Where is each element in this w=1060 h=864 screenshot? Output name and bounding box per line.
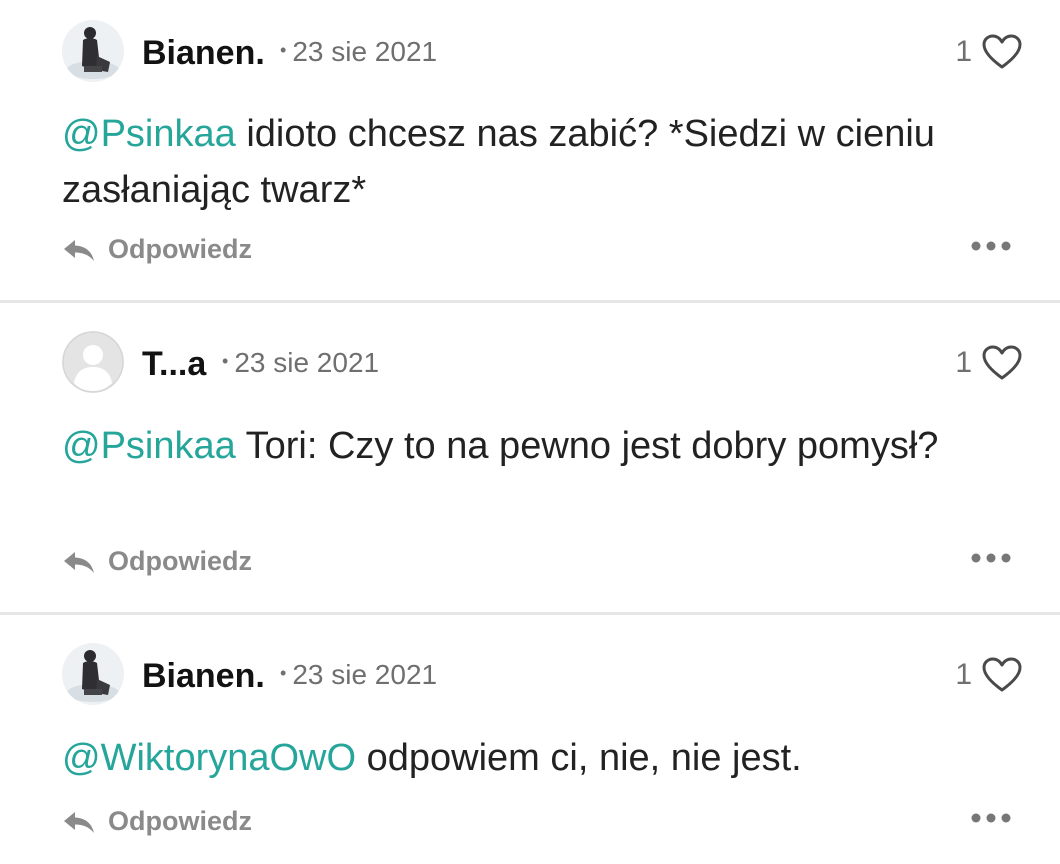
avatar[interactable] [62,20,124,82]
reply-button[interactable]: Odpowiedz [62,546,252,577]
comment-header: Bianen. • 23 sie 2021 1 [62,643,1022,705]
default-avatar-icon [62,331,124,393]
more-options-button[interactable] [970,552,1012,572]
more-dots-icon [971,553,1011,563]
username[interactable]: T...a [142,345,206,384]
reply-label: Odpowiedz [108,546,252,576]
comment-meta: • 23 sie 2021 [222,347,379,379]
reply-button[interactable]: Odpowiedz [62,806,252,837]
comment-footer: Odpowiedz [62,806,1012,846]
meta-separator: • [280,40,287,60]
comment-date: 23 sie 2021 [292,36,438,67]
comment-item: T...a • 23 sie 2021 1 @Psinkaa Tori: Czy … [0,303,1060,612]
comment-body: @Psinkaa Tori: Czy to na pewno jest dobr… [62,418,1002,474]
reply-label: Odpowiedz [108,806,252,836]
heart-icon[interactable] [982,345,1022,381]
reply-arrow-icon [64,239,94,261]
meta-separator: • [280,663,287,683]
like-count: 1 [955,35,972,68]
comment-body: @WiktorynaOwO odpowiem ci, nie, nie jest… [62,730,1002,786]
comment-header: Bianen. • 23 sie 2021 1 [62,20,1022,82]
like-count: 1 [955,346,972,379]
meta-separator: • [222,351,229,371]
user-photo-avatar-icon [62,643,124,705]
more-dots-icon [971,813,1011,823]
comment-footer: Odpowiedz [62,234,1012,274]
comment-body: @Psinkaa idioto chcesz nas zabić? *Siedz… [62,106,1002,218]
like-button[interactable]: 1 [955,32,1022,72]
comment-date: 23 sie 2021 [234,347,380,378]
user-photo-avatar-icon [62,20,124,82]
comment-meta: • 23 sie 2021 [280,659,437,691]
avatar[interactable] [62,331,124,393]
username[interactable]: Bianen. [142,657,265,696]
mention-link[interactable]: @Psinkaa [62,113,236,155]
comment-text: Tori: Czy to na pewno jest dobry pomysł? [235,425,939,467]
more-options-button[interactable] [970,240,1012,260]
avatar[interactable] [62,643,124,705]
like-count: 1 [955,658,972,691]
mention-link[interactable]: @WiktorynaOwO [62,737,356,779]
mention-link[interactable]: @Psinkaa [62,425,236,467]
reply-arrow-icon [64,551,94,573]
reply-label: Odpowiedz [108,234,252,264]
reply-arrow-icon [64,811,94,833]
username[interactable]: Bianen. [142,34,265,73]
like-button[interactable]: 1 [955,655,1022,695]
like-button[interactable]: 1 [955,343,1022,383]
comment-header: T...a • 23 sie 2021 1 [62,331,1022,393]
comment-meta: • 23 sie 2021 [280,36,437,68]
comment-item: Bianen. • 23 sie 2021 1 @Psinkaa idioto c… [0,0,1060,300]
heart-icon[interactable] [982,34,1022,70]
more-options-button[interactable] [970,812,1012,832]
comment-item: Bianen. • 23 sie 2021 1 @WiktorynaOwO odp… [0,615,1060,864]
comment-footer: Odpowiedz [62,546,1012,586]
comment-text: odpowiem ci, nie, nie jest. [356,737,802,779]
heart-icon[interactable] [982,657,1022,693]
more-dots-icon [971,241,1011,251]
reply-button[interactable]: Odpowiedz [62,234,252,265]
comment-date: 23 sie 2021 [292,659,438,690]
